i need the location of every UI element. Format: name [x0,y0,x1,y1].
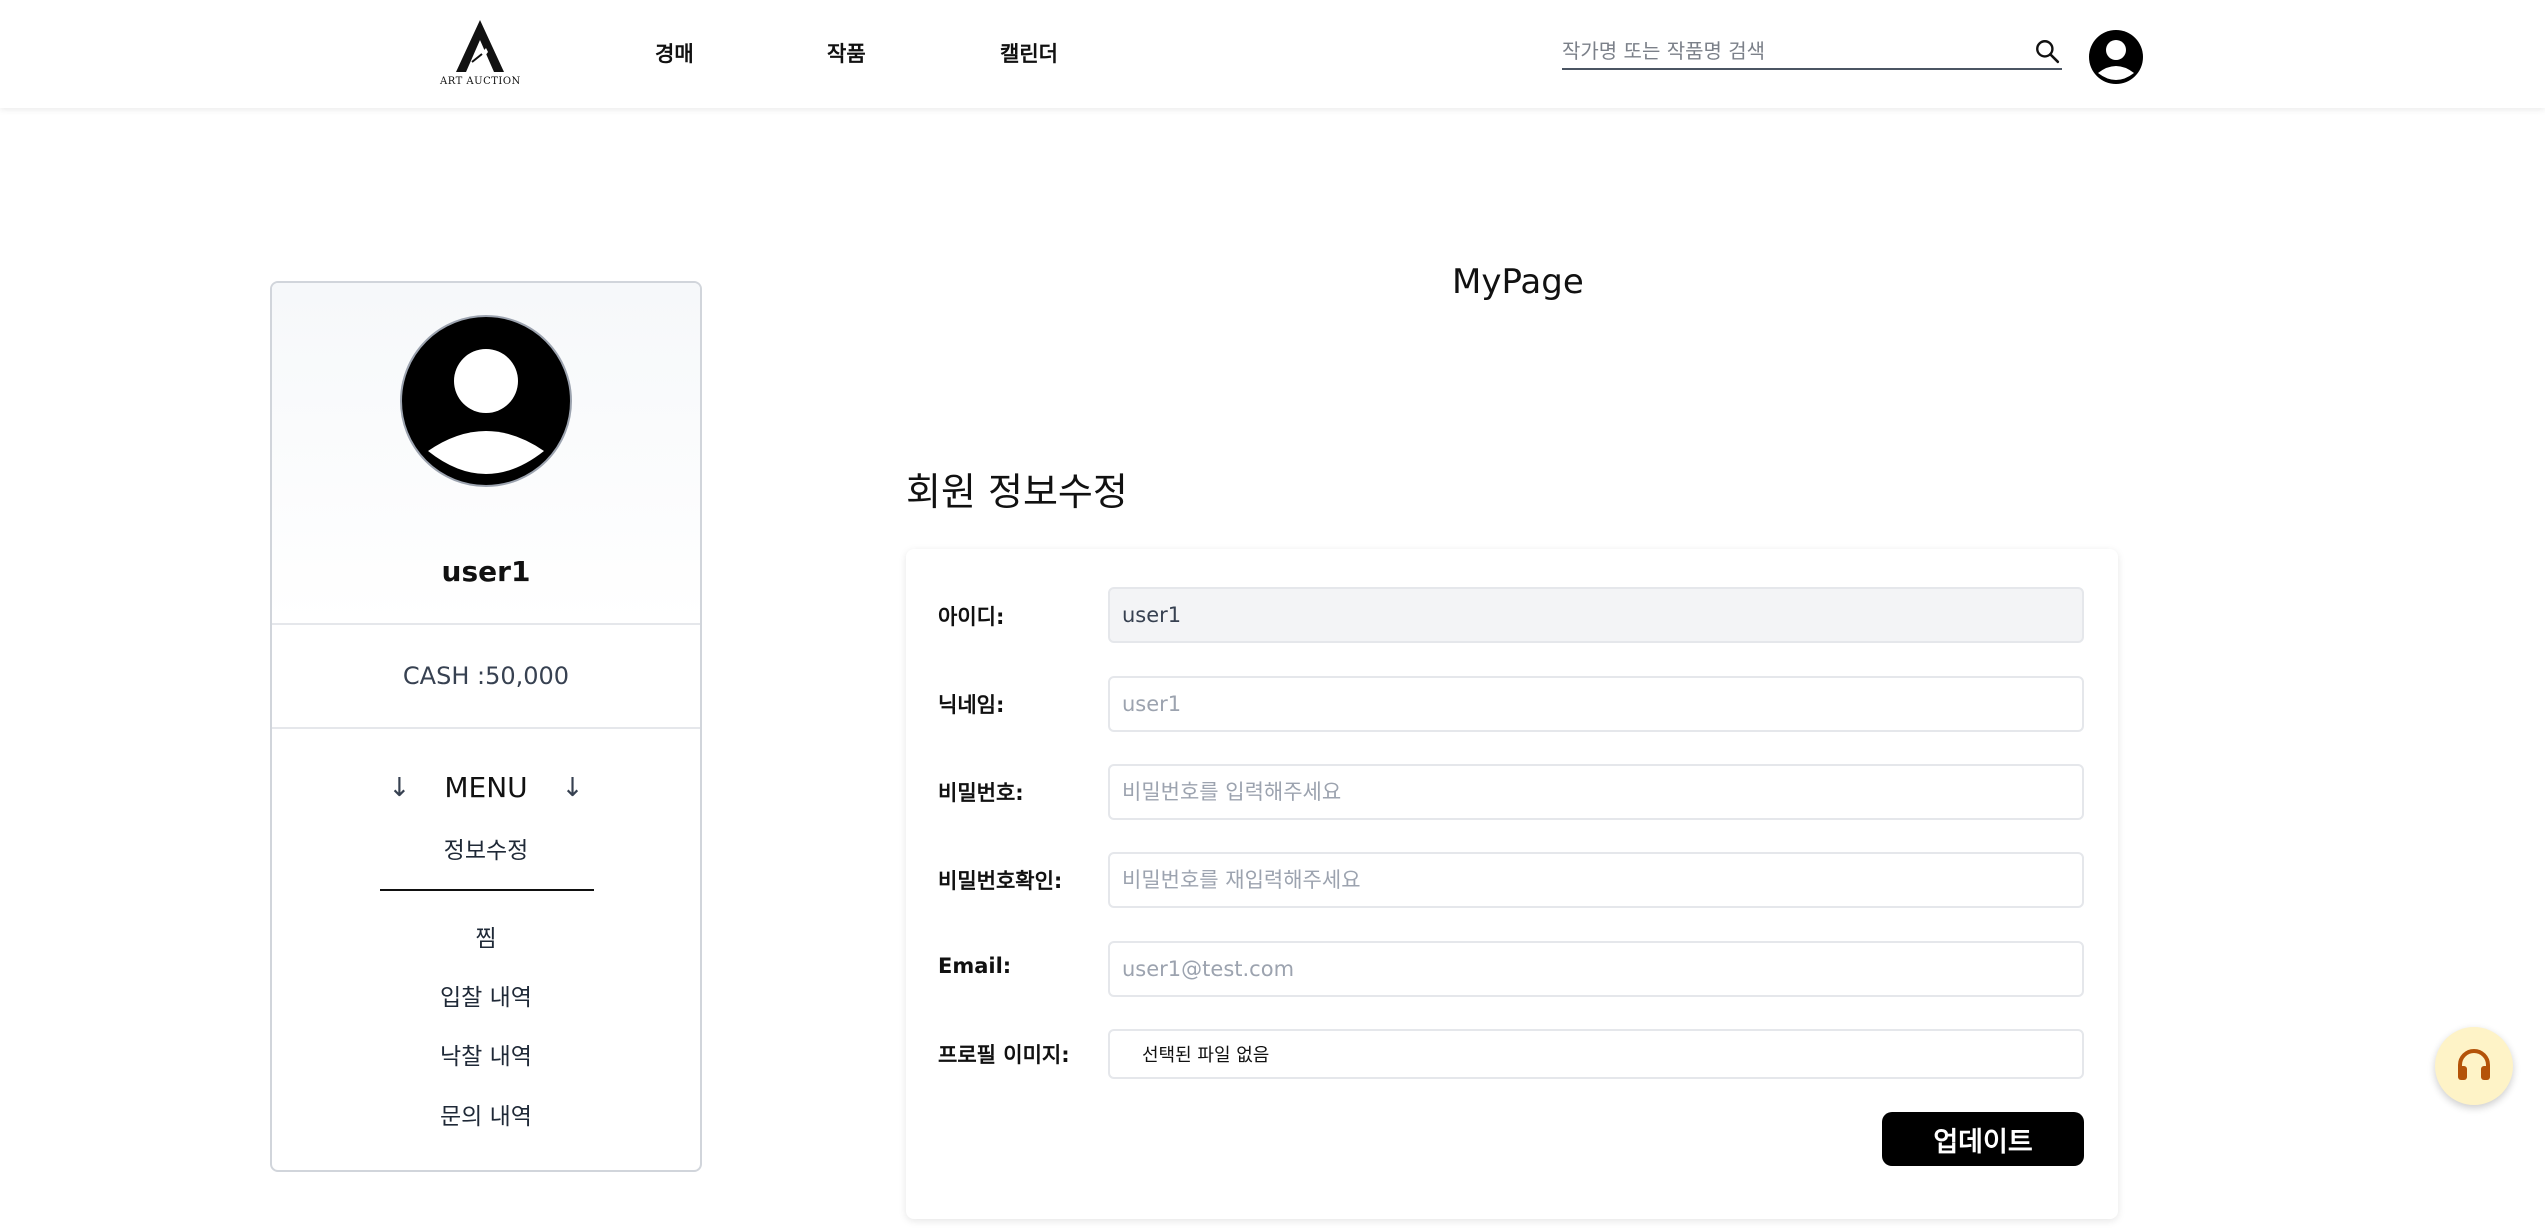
nav-calendar[interactable]: 캘린더 [1000,38,1058,68]
headset-icon [2458,1049,2490,1080]
search-bar [1562,34,2062,70]
user-avatar-icon[interactable] [2088,29,2144,85]
nav-auction[interactable]: 경매 [655,38,694,68]
id-field [1108,587,2084,643]
search-input[interactable] [1562,34,2022,68]
nav-artworks[interactable]: 작품 [827,38,866,68]
sidebar-item-wishlist[interactable]: 찜 [272,919,700,953]
section-title: 회원 정보수정 [906,470,1128,514]
password-field[interactable] [1108,764,2084,820]
logo-text: ART AUCTION [440,76,521,87]
password-confirm-label: 비밀번호확인: [938,869,1063,893]
sidebar-item-edit-info[interactable]: 정보수정 [272,831,700,865]
cash-balance: CASH :50,000 [402,662,570,690]
sidebar-item-won-history[interactable]: 낙찰 내역 [272,1037,700,1071]
password-confirm-field[interactable] [1108,852,2084,908]
arrow-down-icon: ↓ [561,772,584,803]
email-field[interactable] [1108,941,2084,997]
sidebar-item-inquiry-history[interactable]: 문의 내역 [272,1097,700,1131]
file-status-text: 선택된 파일 없음 [1142,1045,1270,1066]
arrow-down-icon: ↓ [388,772,411,803]
active-menu-underline [380,889,594,891]
profile-image-label: 프로필 이미지: [938,1043,1070,1067]
nickname-field[interactable] [1108,676,2084,732]
top-header: ART AUCTION 경매 작품 캘린더 [0,0,2545,108]
profile-image-file-input[interactable]: 선택된 파일 없음 [1108,1029,2084,1079]
sidebar-item-bid-history[interactable]: 입찰 내역 [272,978,700,1012]
profile-username: user1 [441,555,531,588]
update-button[interactable]: 업데이트 [1882,1112,2084,1166]
logo-mark-icon [456,20,504,72]
customer-support-button[interactable] [2435,1027,2513,1105]
email-label: Email: [938,954,1012,978]
profile-header: user1 [272,283,700,623]
page-title: MyPage [1452,262,1584,302]
profile-avatar-icon [400,315,572,487]
sidebar-menu: ↓ MENU ↓ 정보수정 찜 입찰 내역 낙찰 내역 문의 내역 [272,729,700,1169]
art-auction-logo[interactable]: ART AUCTION [440,18,520,90]
profile-sidebar: user1 CASH :50,000 ↓ MENU ↓ 정보수정 찜 입찰 내역… [270,281,702,1172]
id-label: 아이디: [938,605,1005,629]
menu-title: MENU [444,771,528,804]
nickname-label: 닉네임: [938,693,1005,717]
edit-profile-form: 아이디: 닉네임: 비밀번호: 비밀번호확인: Email: 프로필 이미지: … [906,549,2118,1219]
search-icon[interactable] [2034,38,2060,64]
password-label: 비밀번호: [938,781,1024,805]
menu-heading: ↓ MENU ↓ [272,771,700,804]
